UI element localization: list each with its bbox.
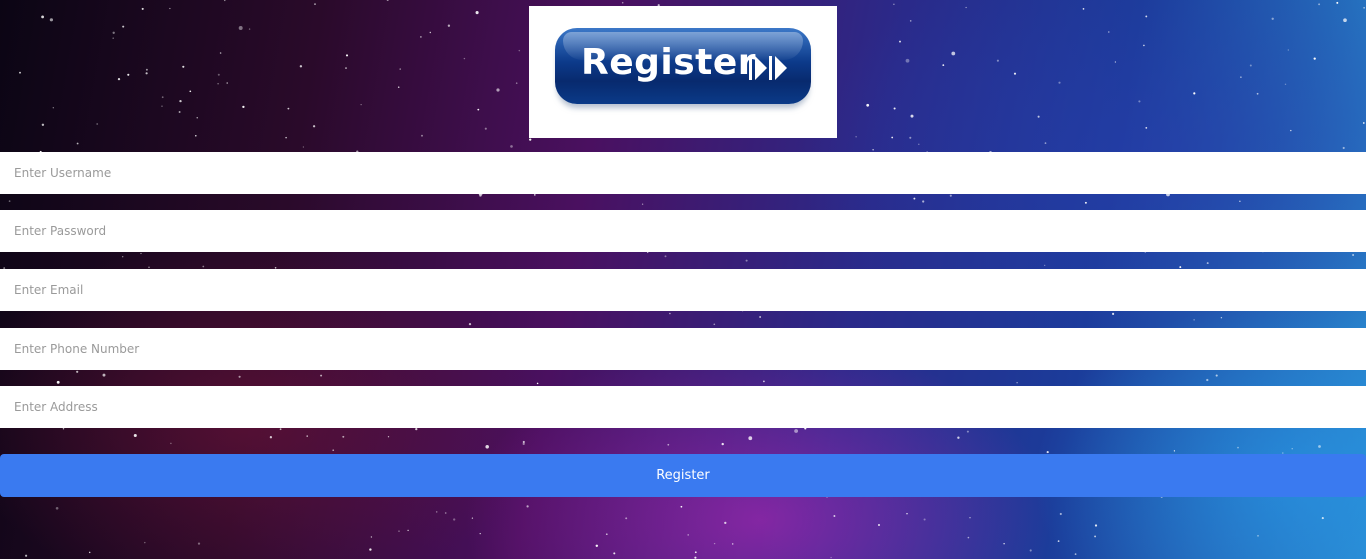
register-logo-text: Register	[581, 42, 757, 83]
register-logo-banner: Register	[529, 6, 837, 138]
password-input[interactable]	[0, 210, 1366, 252]
username-input[interactable]	[0, 152, 1366, 194]
register-button[interactable]: Register	[0, 454, 1366, 497]
phone-number-input[interactable]	[0, 328, 1366, 370]
register-logo-pill: Register	[555, 28, 811, 104]
double-chevron-right-icon	[749, 56, 787, 80]
email-input[interactable]	[0, 269, 1366, 311]
address-input[interactable]	[0, 386, 1366, 428]
